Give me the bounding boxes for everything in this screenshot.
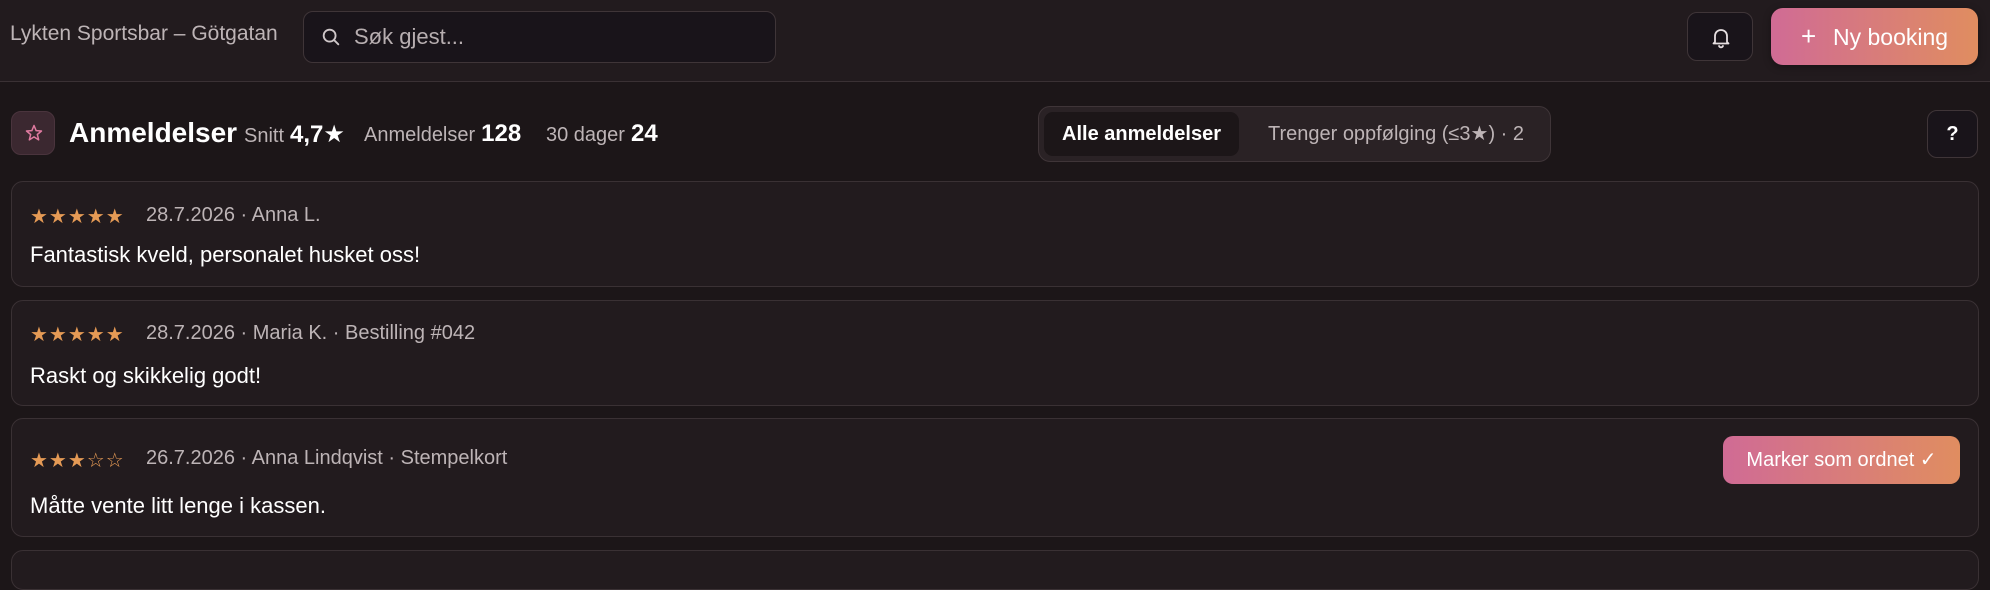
rating-stars: ★★★☆☆	[30, 448, 125, 473]
filled-stars: ★★★	[30, 450, 87, 472]
review-meta: 28.7.2026 · Maria K. · Bestilling #042	[146, 322, 476, 344]
review-card: ★★★★★ 28.7.2026 · Anna L. Fantastisk kve…	[11, 181, 1979, 287]
review-text: Fantastisk kveld, personalet husket oss!	[30, 242, 421, 267]
rating-stars: ★★★★★	[30, 204, 125, 229]
filled-stars: ★★★★★	[30, 206, 125, 228]
search-input[interactable]	[354, 12, 754, 62]
app-title: Lykten Sportsbar – Götgatan	[10, 22, 278, 45]
review-text: Raskt og skikkelig godt!	[30, 363, 262, 388]
stat-average-label: Snitt	[244, 125, 285, 147]
stat-last-30-days-label: 30 dager	[546, 124, 625, 146]
stat-review-count-label: Anmeldelser	[364, 124, 476, 146]
review-card-partial	[11, 550, 1979, 590]
mark-resolved-button[interactable]: Marker som ordnet ✓	[1723, 436, 1960, 484]
review-text: Måtte vente litt lenge i kassen.	[30, 493, 326, 518]
stat-review-count-value: 128	[481, 120, 522, 147]
help-button[interactable]: ?	[1927, 110, 1978, 158]
empty-stars: ☆☆	[86, 450, 125, 472]
new-booking-label: Ny booking	[1833, 24, 1949, 50]
rating-stars: ★★★★★	[30, 322, 125, 347]
notifications-button[interactable]	[1687, 12, 1753, 61]
star-icon	[25, 124, 43, 141]
top-bar: Lykten Sportsbar – Götgatan + Ny booking	[0, 0, 1990, 82]
review-card: ★★★☆☆ 26.7.2026 · Anna Lindqvist · Stemp…	[11, 418, 1979, 537]
search-icon	[322, 28, 340, 46]
search-box[interactable]	[303, 11, 776, 63]
review-card: ★★★★★ 28.7.2026 · Maria K. · Bestilling …	[11, 300, 1979, 406]
new-booking-button[interactable]: + Ny booking	[1771, 8, 1978, 65]
filled-stars: ★★★★★	[30, 324, 125, 346]
review-meta: 26.7.2026 · Anna Lindqvist · Stempelkort	[146, 447, 508, 469]
reviews-header: Anmeldelser Snitt 4,7★ Anmeldelser 128 30 …	[0, 100, 1990, 170]
star-badge	[11, 111, 55, 155]
stat-last-30-days: 30 dager 24	[546, 120, 658, 148]
stat-review-count: Anmeldelser 128	[364, 120, 521, 148]
plus-icon: +	[1801, 21, 1817, 51]
tab-all-reviews[interactable]: Alle anmeldelser	[1044, 112, 1239, 156]
page-title: Anmeldelser	[69, 117, 238, 148]
stat-last-30-days-value: 24	[630, 120, 658, 147]
stat-average-value: 4,7★	[290, 121, 345, 148]
bell-icon	[1712, 29, 1730, 49]
filter-tabs: Alle anmeldelser Trenger oppfølging (≤3★…	[1038, 106, 1551, 162]
review-meta: 28.7.2026 · Anna L.	[146, 204, 321, 226]
stat-average: Snitt 4,7★	[244, 120, 345, 149]
tab-needs-follow-up[interactable]: Trenger oppfølging (≤3★) · 2	[1251, 112, 1541, 156]
